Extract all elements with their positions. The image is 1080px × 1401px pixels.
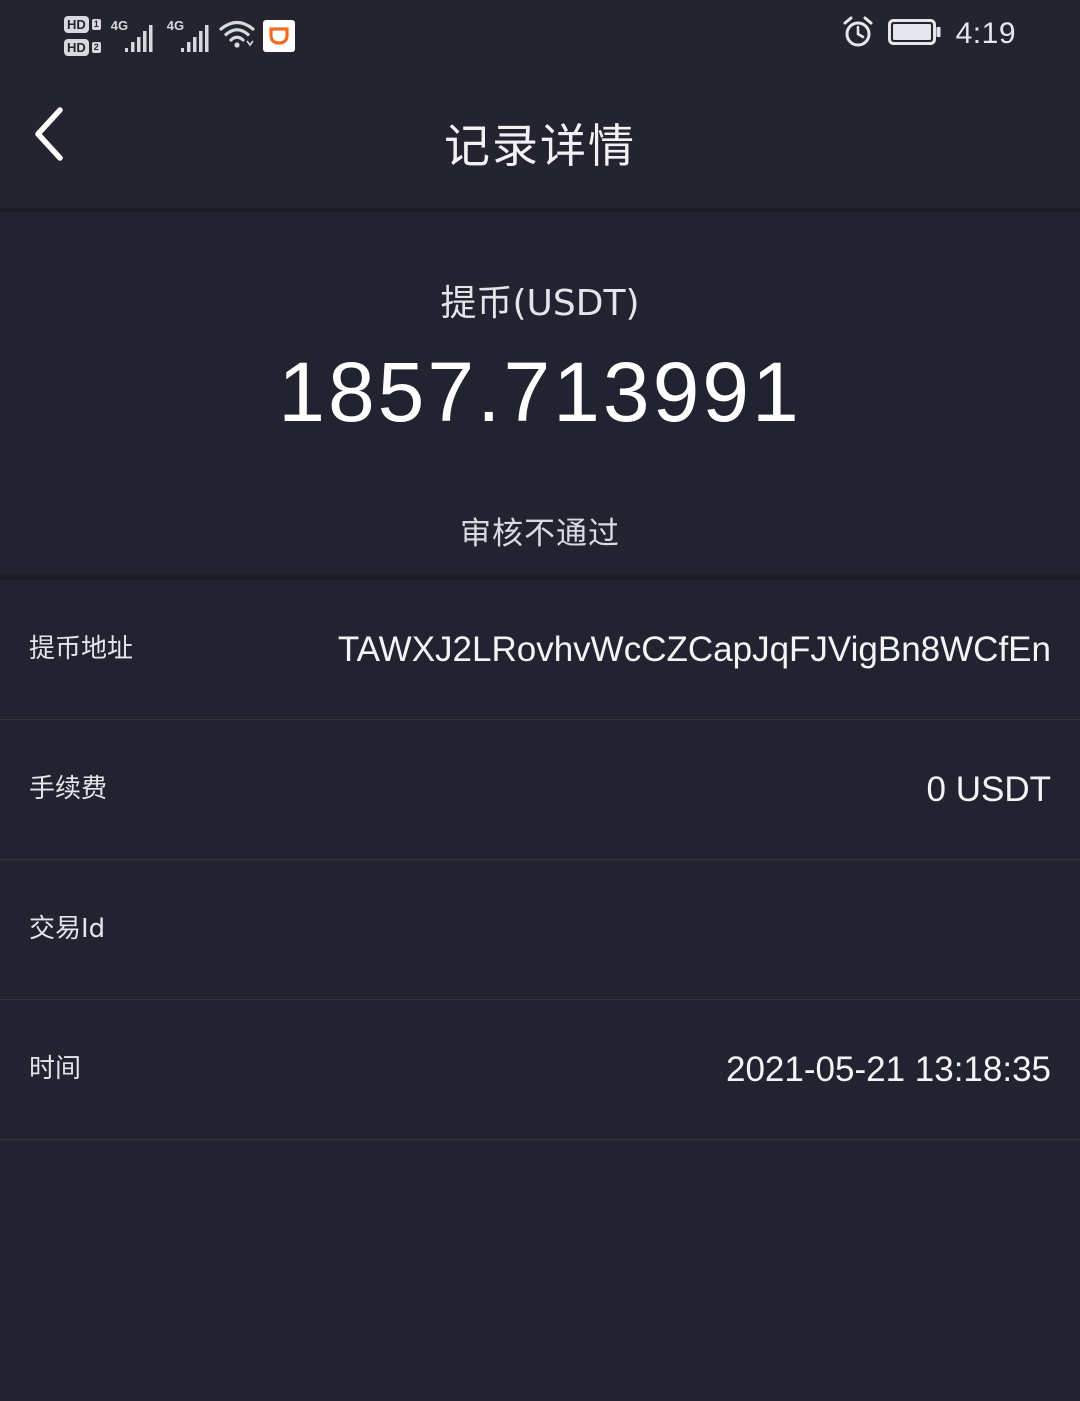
detail-label: 时间 — [29, 1054, 82, 1084]
status-bar-left: HD 1 HD 2 4G 4G — [64, 8, 295, 64]
detail-list: 提币地址 TAWXJ2LRovhvWcCZCapJqFJVigBn8WCfEn … — [0, 580, 1080, 1140]
page-title: 记录详情 — [444, 119, 636, 173]
signal-icon: 4G — [111, 14, 157, 58]
status-bar-right: 4:19 — [842, 14, 1016, 54]
hd-icon: HD 1 — [64, 16, 101, 33]
sim-2-hd-label: HD — [64, 39, 89, 56]
detail-row-address: 提币地址 TAWXJ2LRovhvWcCZCapJqFJVigBn8WCfEn — [0, 580, 1080, 720]
hd-icon: HD 2 — [64, 39, 101, 56]
detail-label: 交易Id — [29, 914, 106, 944]
transaction-amount: 1857.713991 — [278, 345, 802, 439]
transaction-type-label: 提币(USDT) — [440, 283, 640, 324]
detail-row-time: 时间 2021-05-21 13:18:35 — [0, 1000, 1080, 1140]
sim-1-slot: 1 — [91, 19, 101, 30]
status-bar: HD 1 HD 2 4G 4G 4:19 — [0, 0, 1080, 72]
time-value: 2021-05-21 13:18:35 — [726, 1050, 1051, 1089]
detail-label: 手续费 — [29, 774, 108, 804]
detail-row-transaction-id: 交易Id — [0, 860, 1080, 1000]
status-text: 审核不通过 — [460, 516, 620, 552]
alarm-icon — [842, 16, 874, 52]
battery-icon — [887, 18, 942, 50]
fee-value: 0 USDT — [926, 770, 1051, 809]
sim-2-slot: 2 — [91, 42, 101, 53]
app-notification-icon — [262, 20, 295, 52]
withdrawal-summary: 提币(USDT) 1857.713991 审核不通过 — [0, 212, 1080, 580]
signal-icon: 4G — [167, 14, 213, 58]
sim-1-hd-label: HD — [64, 16, 89, 33]
wifi-icon — [219, 19, 255, 53]
withdrawal-address-value: TAWXJ2LRovhvWcCZCapJqFJVigBn8WCfEn — [337, 630, 1051, 669]
hd-indicators: HD 1 HD 2 — [64, 16, 101, 56]
detail-label: 提币地址 — [29, 634, 134, 664]
status-time: 4:19 — [955, 17, 1016, 50]
navigation-bar: 记录详情 — [0, 72, 1080, 212]
detail-row-fee: 手续费 0 USDT — [0, 720, 1080, 860]
